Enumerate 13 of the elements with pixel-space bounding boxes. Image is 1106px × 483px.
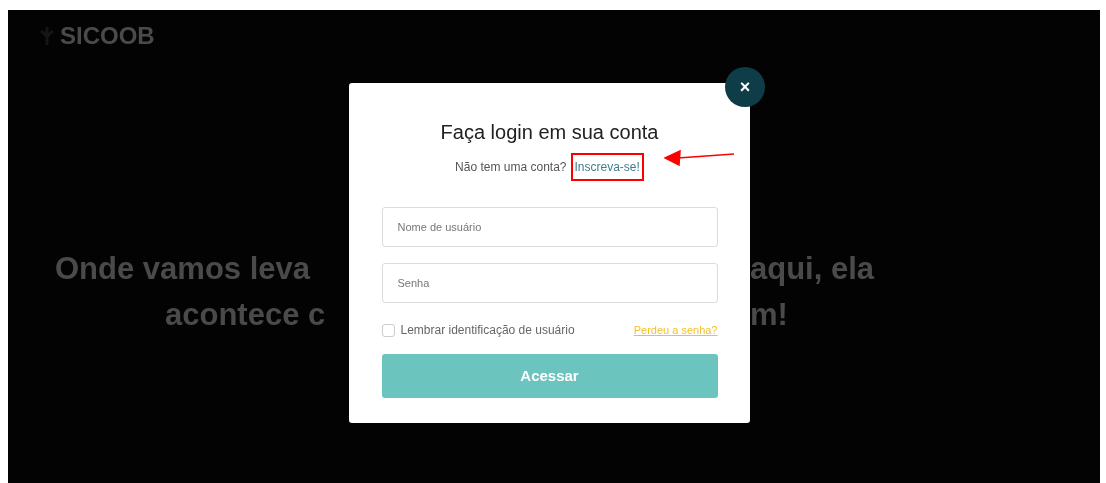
signup-link[interactable]: Inscreva-se! — [574, 160, 640, 174]
dialog-title: Faça login em sua conta — [440, 120, 659, 145]
remember-label: Lembrar identificação de usuário — [400, 322, 575, 339]
headline-text: m! — [750, 296, 788, 334]
headline-text: Onde vamos leva — [55, 250, 310, 288]
input-field[interactable]: Senha — [381, 263, 718, 303]
headline-text: aqui, ela — [750, 250, 875, 288]
annotation-arrow — [664, 148, 736, 166]
input-field[interactable]: Nome de usuário — [381, 207, 718, 247]
headline-text: acontece c — [165, 296, 326, 334]
logo-text: SICOOB — [60, 21, 155, 51]
signup-prompt: Não tem uma conta? — [455, 159, 567, 176]
remember-checkbox[interactable] — [381, 323, 395, 337]
